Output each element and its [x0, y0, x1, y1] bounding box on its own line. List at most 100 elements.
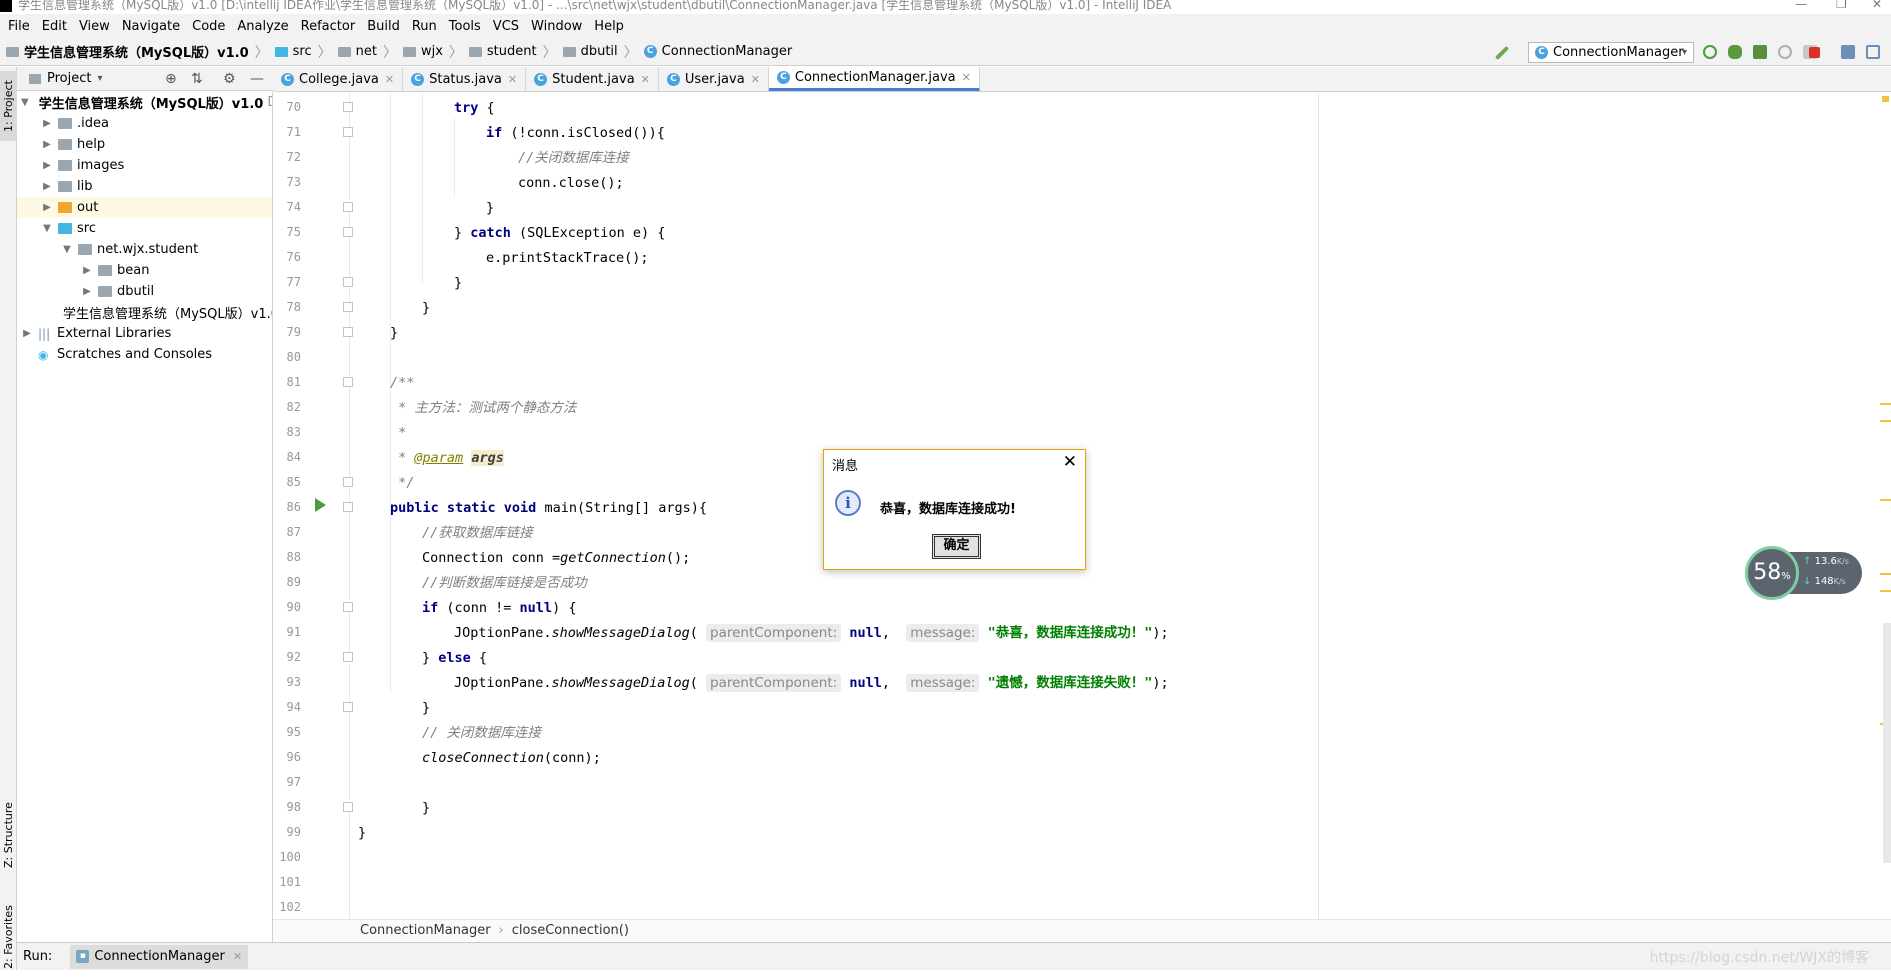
folder-icon [58, 160, 72, 171]
tree-item-bean[interactable]: ▶ bean [17, 260, 272, 281]
menu-code[interactable]: Code [186, 19, 231, 34]
chevron-right-icon[interactable]: ▶ [81, 265, 93, 276]
close-tab-icon[interactable]: ✕ [508, 73, 517, 86]
code-line-94: } [422, 700, 431, 716]
scrollbar-thumb[interactable] [1883, 623, 1891, 863]
close-tab-icon[interactable]: ✕ [641, 73, 650, 86]
close-tab-icon[interactable]: ✕ [962, 71, 971, 84]
breadcrumb-src[interactable]: src 〉 [274, 42, 338, 62]
tree-item-net-wjx-student[interactable]: ▼ net.wjx.student [17, 239, 272, 260]
breadcrumb-net[interactable]: net 〉 [337, 42, 403, 62]
class-icon: C [1535, 46, 1548, 59]
close-tab-icon[interactable]: ✕ [385, 73, 394, 86]
tab-structure[interactable]: Z: Structure [0, 795, 17, 875]
maximize-icon[interactable]: ❐ [1836, 0, 1847, 11]
tab-student-java[interactable]: C Student.java ✕ [526, 67, 659, 91]
breadcrumb-wjx[interactable]: wjx 〉 [402, 42, 469, 62]
close-window-icon[interactable]: ✕ [1872, 0, 1882, 11]
run-gutter-icon[interactable] [315, 498, 326, 512]
chevron-down-icon[interactable]: ▼ [41, 223, 53, 234]
stop-icon[interactable] [1809, 47, 1820, 58]
gear-icon[interactable]: ⚙ [223, 71, 236, 87]
menu-window[interactable]: Window [525, 19, 588, 34]
tree-item-images[interactable]: ▶ images [17, 155, 272, 176]
run-coverage-icon[interactable] [1753, 45, 1767, 59]
ok-button[interactable]: 确定 [932, 534, 981, 559]
tree-item-scratches[interactable]: ◉ Scratches and Consoles [17, 344, 272, 365]
close-tab-icon[interactable]: ✕ [751, 73, 760, 86]
debug-icon[interactable] [1728, 45, 1742, 59]
menu-view[interactable]: View [73, 19, 116, 34]
breadcrumb-student[interactable]: student 〉 [468, 42, 563, 62]
project-structure-icon[interactable] [1841, 45, 1855, 59]
breadcrumb-dbutil[interactable]: dbutil 〉 [562, 42, 644, 62]
menu-build[interactable]: Build [361, 19, 406, 34]
message-dialog: 消息 ✕ i 恭喜，数据库连接成功! 确定 [823, 449, 1086, 570]
tree-item-src[interactable]: ▼ src [17, 218, 272, 239]
close-tab-icon[interactable]: ✕ [233, 950, 242, 963]
minimize-icon[interactable]: — [1795, 0, 1807, 11]
tree-item-out[interactable]: ▶ out [17, 197, 272, 218]
locate-icon[interactable]: ⊕ [165, 71, 177, 87]
chevron-down-icon[interactable]: ▾ [97, 73, 102, 84]
breadcrumb-class[interactable]: ConnectionManager [360, 923, 491, 938]
tab-college-java[interactable]: C College.java ✕ [273, 67, 404, 91]
rerun-icon[interactable] [1703, 45, 1717, 59]
breadcrumb-method[interactable]: closeConnection() [512, 923, 629, 938]
chevron-right-icon[interactable]: ▶ [41, 118, 53, 129]
warning-indicator-icon[interactable] [1882, 96, 1889, 102]
line-number: 81 [286, 375, 301, 389]
warning-mark[interactable] [1880, 573, 1891, 575]
hide-icon[interactable]: — [250, 71, 264, 87]
tab-connectionmanager-java[interactable]: C ConnectionManager.java ✕ [768, 67, 980, 91]
memory-gauge: 58% [1745, 546, 1799, 600]
warning-mark[interactable] [1880, 590, 1891, 592]
warning-mark[interactable] [1880, 403, 1891, 405]
menu-edit[interactable]: Edit [36, 19, 73, 34]
chevron-down-icon: ▾ [1681, 47, 1687, 58]
chevron-down-icon[interactable]: ▼ [21, 97, 29, 108]
menu-refactor[interactable]: Refactor [295, 19, 362, 34]
error-stripe[interactable] [1878, 93, 1891, 923]
chevron-right-icon[interactable]: ▶ [41, 202, 53, 213]
tree-item-help[interactable]: ▶ help [17, 134, 272, 155]
menu-analyze[interactable]: Analyze [231, 19, 294, 34]
line-number: 91 [286, 625, 301, 639]
chevron-right-icon[interactable]: ▶ [41, 181, 53, 192]
line-number: 72 [286, 150, 301, 164]
tree-item-external-libraries[interactable]: ▶ ||| External Libraries [17, 323, 272, 344]
profile-icon[interactable] [1778, 45, 1792, 59]
tree-item-iml-file[interactable]: 学生信息管理系统（MySQL版）v1.0 [17, 302, 272, 323]
chevron-right-icon[interactable]: ▶ [41, 160, 53, 171]
breadcrumb-project[interactable]: 学生信息管理系统（MySQL版）v1.0 〉 [6, 42, 275, 62]
menu-tools[interactable]: Tools [443, 19, 487, 34]
network-monitor-widget[interactable]: ↑ 13.6K/s ↓ 148K/s 58% [1745, 546, 1862, 600]
line-number: 92 [286, 650, 301, 664]
project-view-select[interactable]: Project [47, 71, 91, 86]
breadcrumb-file[interactable]: C ConnectionManager [643, 44, 792, 59]
chevron-right-icon[interactable]: ▶ [21, 328, 33, 339]
layout-icon[interactable] [1866, 45, 1880, 59]
tab-user-java[interactable]: C User.java ✕ [659, 67, 769, 91]
tree-item-idea[interactable]: ▶ .idea [17, 113, 272, 134]
menu-navigate[interactable]: Navigate [116, 19, 186, 34]
chevron-right-icon[interactable]: ▶ [41, 139, 53, 150]
run-tab-connectionmanager[interactable]: ▪ ConnectionManager ✕ [70, 944, 249, 969]
tree-item-project-root[interactable]: ▼ 学生信息管理系统（MySQL版）v1.0 D [17, 92, 272, 113]
tree-item-lib[interactable]: ▶ lib [17, 176, 272, 197]
tab-status-java[interactable]: C Status.java ✕ [403, 67, 527, 91]
warning-mark[interactable] [1880, 499, 1891, 501]
collapse-all-icon[interactable]: ⇅ [191, 71, 203, 87]
tab-favorites[interactable]: 2: Favorites [0, 897, 17, 977]
menu-run[interactable]: Run [406, 19, 443, 34]
menu-vcs[interactable]: VCS [487, 19, 525, 34]
close-icon[interactable]: ✕ [1063, 452, 1077, 472]
warning-mark[interactable] [1880, 420, 1891, 422]
tab-project[interactable]: 1: Project [0, 71, 17, 141]
tree-item-dbutil[interactable]: ▶ dbutil [17, 281, 272, 302]
run-configuration-select[interactable]: C ConnectionManager ▾ [1528, 42, 1694, 63]
chevron-right-icon[interactable]: ▶ [81, 286, 93, 297]
menu-file[interactable]: File [2, 19, 36, 34]
chevron-down-icon[interactable]: ▼ [61, 244, 73, 255]
menu-help[interactable]: Help [588, 19, 630, 34]
